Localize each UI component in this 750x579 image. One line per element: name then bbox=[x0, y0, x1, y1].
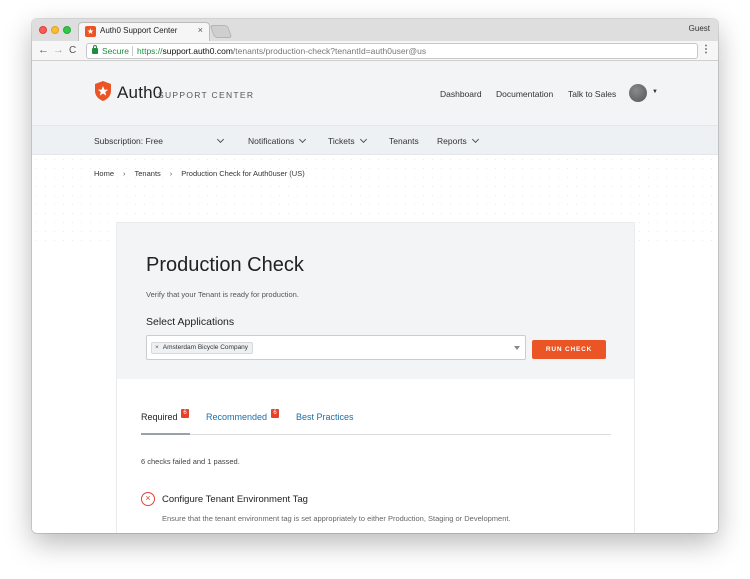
subnav-tenants[interactable]: Tenants bbox=[389, 136, 419, 146]
minimize-window-button[interactable] bbox=[51, 26, 59, 34]
tab-best-practices[interactable]: Best Practices bbox=[296, 412, 354, 422]
address-bar[interactable]: Secure https://support.auth0.com/tenants… bbox=[86, 43, 698, 59]
subnav-label: Reports bbox=[437, 136, 467, 146]
subscription-dropdown[interactable]: Subscription: Free bbox=[94, 135, 225, 146]
auth0-logo-icon[interactable] bbox=[94, 81, 112, 101]
chevron-down-icon bbox=[216, 135, 225, 144]
avatar[interactable] bbox=[629, 84, 647, 102]
auth0-favicon-icon: ★ bbox=[85, 26, 96, 37]
page: Auth0 SUPPORT CENTER Dashboard Documenta… bbox=[32, 61, 718, 533]
select-applications-label: Select Applications bbox=[146, 316, 235, 328]
selected-app-chip: × Amsterdam Bicycle Company bbox=[151, 342, 254, 354]
subnav-notifications[interactable]: Notifications bbox=[248, 135, 307, 146]
zoom-window-button[interactable] bbox=[63, 26, 71, 34]
check-summary: 6 checks failed and 1 passed. bbox=[141, 457, 240, 466]
subnav-tickets[interactable]: Tickets bbox=[328, 135, 367, 146]
avatar-caret-icon[interactable]: ▼ bbox=[652, 89, 658, 95]
subnav-label: Tenants bbox=[389, 136, 419, 146]
browser-toolbar: ← → C Secure https://support.auth0.com/t… bbox=[32, 41, 718, 61]
chip-label: Amsterdam Bicycle Company bbox=[162, 344, 249, 351]
card-header: Production Check Verify that your Tenant… bbox=[117, 223, 634, 379]
url-path: /tenants/production-check?tenantId=auth0… bbox=[232, 46, 427, 56]
chevron-down-icon bbox=[359, 135, 367, 144]
subnav-label: Tickets bbox=[328, 136, 355, 146]
applications-select[interactable]: × Amsterdam Bicycle Company bbox=[146, 335, 526, 360]
breadcrumb-separator-icon: › bbox=[169, 169, 173, 178]
tab-title: Auth0 Support Center bbox=[100, 26, 178, 35]
run-check-button[interactable]: RUN CHECK bbox=[532, 340, 606, 359]
site-header: Auth0 SUPPORT CENTER Dashboard Documenta… bbox=[32, 61, 718, 125]
close-window-button[interactable] bbox=[39, 26, 47, 34]
chevron-down-icon bbox=[471, 135, 479, 144]
subnav-label: Notifications bbox=[248, 136, 295, 146]
tab-close-icon[interactable]: × bbox=[198, 25, 203, 35]
page-title: Production Check bbox=[146, 254, 304, 276]
url-host: support.auth0.com bbox=[162, 46, 233, 56]
check-title[interactable]: Configure Tenant Environment Tag bbox=[162, 494, 308, 505]
url-scheme: https:// bbox=[137, 46, 163, 56]
new-tab-button[interactable] bbox=[209, 25, 233, 38]
tab-required[interactable]: Required bbox=[141, 412, 178, 422]
breadcrumb-home[interactable]: Home bbox=[94, 169, 114, 178]
breadcrumb-separator-icon: › bbox=[123, 169, 126, 178]
tab-bar: ★ Auth0 Support Center × Guest bbox=[32, 19, 718, 41]
chevron-down-icon bbox=[299, 135, 307, 144]
nav-dashboard[interactable]: Dashboard bbox=[440, 89, 482, 99]
tab-label: Recommended bbox=[206, 412, 268, 422]
nav-documentation[interactable]: Documentation bbox=[496, 89, 553, 99]
address-divider bbox=[132, 46, 133, 56]
breadcrumb: Home › Tenants › Production Check for Auth0u… bbox=[94, 169, 305, 178]
sub-navigation: Subscription: Free Notifications Tickets… bbox=[32, 125, 718, 155]
nav-talk-to-sales[interactable]: Talk to Sales bbox=[568, 89, 616, 99]
logo-subtitle: SUPPORT CENTER bbox=[158, 90, 255, 100]
tab-label: Required bbox=[141, 412, 178, 422]
forward-icon[interactable]: → bbox=[53, 44, 64, 57]
browser-tab[interactable]: ★ Auth0 Support Center × bbox=[78, 22, 210, 41]
secure-label: Secure bbox=[102, 46, 129, 56]
check-tabs: Required 6 Recommended 6 Best Practices bbox=[141, 405, 611, 435]
url-text: https://support.auth0.com/tenants/produc… bbox=[137, 44, 426, 58]
check-description: Ensure that the tenant environment tag i… bbox=[162, 514, 511, 523]
breadcrumb-tenants[interactable]: Tenants bbox=[135, 169, 161, 178]
breadcrumb-current: Production Check for Auth0user (US) bbox=[181, 169, 305, 178]
recommended-count-badge: 6 bbox=[271, 409, 279, 418]
subscription-label: Subscription: bbox=[94, 136, 144, 146]
failed-icon: × bbox=[141, 492, 155, 506]
tab-label: Best Practices bbox=[296, 412, 354, 422]
production-check-card: Production Check Verify that your Tenant… bbox=[116, 222, 635, 533]
tab-recommended[interactable]: Recommended bbox=[206, 412, 267, 422]
chip-remove-icon[interactable]: × bbox=[155, 344, 159, 351]
subnav-reports[interactable]: Reports bbox=[437, 135, 479, 146]
reload-icon[interactable]: C bbox=[69, 44, 76, 57]
profile-label[interactable]: Guest bbox=[689, 24, 710, 33]
browser-menu-icon[interactable]: ⋮ bbox=[701, 44, 711, 55]
subscription-value: Free bbox=[145, 136, 163, 146]
required-count-badge: 6 bbox=[181, 409, 189, 418]
page-description: Verify that your Tenant is ready for pro… bbox=[146, 290, 299, 299]
back-icon[interactable]: ← bbox=[38, 44, 49, 57]
logo-text[interactable]: Auth0 bbox=[117, 83, 162, 103]
lock-icon bbox=[92, 45, 98, 54]
dropdown-caret-icon[interactable] bbox=[514, 346, 520, 350]
active-tab-indicator bbox=[141, 433, 190, 435]
browser-window: ★ Auth0 Support Center × Guest ← → C Sec… bbox=[32, 19, 718, 533]
